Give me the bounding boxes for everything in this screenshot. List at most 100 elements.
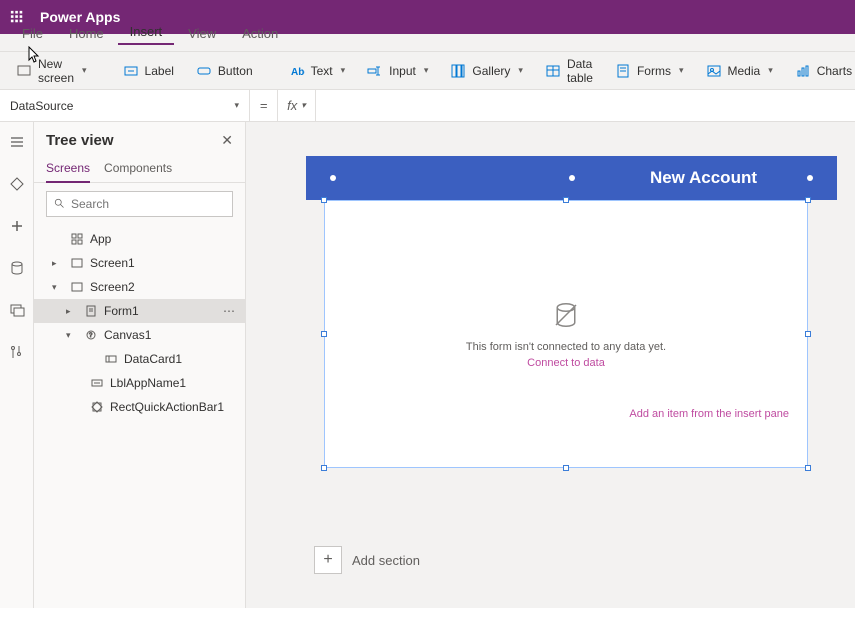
datacard-icon (104, 352, 118, 366)
canvas-icon: ? (84, 328, 98, 342)
tree-node-rectquick[interactable]: RectQuickActionBar1 (34, 395, 245, 419)
chevron-down-icon: ▾ (341, 65, 346, 76)
gallery-icon (450, 63, 466, 79)
tree-node-label: RectQuickActionBar1 (110, 400, 224, 414)
chevron-down-icon: ▾ (301, 100, 306, 111)
tab-components[interactable]: Components (104, 155, 172, 182)
table-icon (545, 63, 561, 79)
resize-handle[interactable] (563, 197, 569, 203)
caret-down-icon: ▾ (66, 330, 78, 341)
canvas-screen-header[interactable]: New Account (306, 156, 837, 200)
rail-insert-icon[interactable] (5, 172, 29, 196)
tab-screens[interactable]: Screens (46, 155, 90, 183)
label-icon (123, 63, 139, 79)
datatable-button[interactable]: Data table (537, 53, 601, 89)
tree-node-screen1[interactable]: ▸ Screen1 (34, 251, 245, 275)
chevron-down-icon: ▾ (82, 65, 87, 76)
input-icon (367, 63, 383, 79)
screen-icon (70, 280, 84, 294)
resize-handle[interactable] (563, 465, 569, 471)
tree-tabs: Screens Components (34, 155, 245, 183)
form-icon (84, 304, 98, 318)
tree-node-datacard1[interactable]: DataCard1 (34, 347, 245, 371)
menu-view[interactable]: View (176, 22, 228, 45)
input-button[interactable]: Input▾ (359, 59, 436, 83)
tree-node-lblappname[interactable]: LblAppName1 (34, 371, 245, 395)
database-empty-icon (551, 300, 581, 333)
new-screen-button[interactable]: New screen▾ (8, 53, 95, 89)
label-button[interactable]: Label (115, 59, 182, 83)
text-button[interactable]: Abc Text▾ (281, 59, 354, 83)
close-icon[interactable]: ✕ (221, 132, 233, 149)
handle-dot (569, 175, 575, 181)
charts-button[interactable]: Charts▾ (787, 59, 855, 83)
search-input[interactable] (71, 197, 226, 211)
resize-handle[interactable] (321, 465, 327, 471)
tree-header: Tree view ✕ (34, 122, 245, 155)
menu-action[interactable]: Action (230, 22, 290, 45)
menu-home[interactable]: Home (57, 22, 116, 45)
tree-node-label: Canvas1 (104, 328, 151, 342)
fx-label: fx (287, 98, 297, 113)
form-control[interactable]: This form isn't connected to any data ye… (324, 200, 808, 468)
datatable-label: Data table (567, 57, 593, 85)
text-icon: Abc (289, 63, 305, 79)
charts-icon (795, 63, 811, 79)
resize-handle[interactable] (805, 331, 811, 337)
formula-bar: DataSource ▾ = fx▾ (0, 90, 855, 122)
tree-node-screen2[interactable]: ▾ Screen2 (34, 275, 245, 299)
fx-button[interactable]: fx ▾ (278, 90, 316, 121)
main: Tree view ✕ Screens Components App ▸ Scr… (0, 122, 855, 608)
resize-handle[interactable] (805, 465, 811, 471)
svg-text:Abc: Abc (291, 67, 305, 78)
canvas-area[interactable]: New Account This form isn't connected to… (246, 122, 855, 608)
add-section-button[interactable]: + Add section (314, 546, 420, 574)
tree-title: Tree view (46, 132, 114, 149)
insert-pane-link[interactable]: Add an item from the insert pane (629, 408, 789, 420)
formula-input[interactable] (316, 90, 855, 121)
rail-tree-icon[interactable] (5, 130, 29, 154)
property-name: DataSource (10, 99, 73, 113)
button-text: Button (218, 64, 253, 78)
charts-label: Charts (817, 64, 852, 78)
connect-data-link[interactable]: Connect to data (527, 357, 605, 369)
tree-node-canvas1[interactable]: ▾ ? Canvas1 (34, 323, 245, 347)
tree-node-app[interactable]: App (34, 227, 245, 251)
rail-data-icon[interactable] (5, 256, 29, 280)
menu-file[interactable]: File (10, 22, 55, 45)
cursor-icon (28, 46, 42, 64)
tree-node-label: App (90, 232, 111, 246)
button-button[interactable]: Button (188, 59, 261, 83)
forms-button[interactable]: Forms▾ (607, 59, 692, 83)
menu-insert[interactable]: Insert (118, 20, 175, 45)
form-empty-message: This form isn't connected to any data ye… (466, 341, 666, 353)
search-box[interactable] (46, 191, 233, 217)
tree-node-form1[interactable]: ▸ Form1 ⋯ (34, 299, 245, 323)
tree-node-label: Form1 (104, 304, 139, 318)
resize-handle[interactable] (805, 197, 811, 203)
rail-media-icon[interactable] (5, 298, 29, 322)
header-title-label: New Account (650, 168, 757, 188)
app-icon (70, 232, 84, 246)
rail-add-icon[interactable] (5, 214, 29, 238)
rail-advanced-icon[interactable] (5, 340, 29, 364)
gallery-button[interactable]: Gallery▾ (442, 59, 531, 83)
media-button[interactable]: Media▾ (698, 59, 781, 83)
media-icon (706, 63, 722, 79)
left-rail (0, 122, 34, 608)
property-selector[interactable]: DataSource ▾ (0, 90, 250, 121)
label-icon (90, 376, 104, 390)
tree-node-label: Screen1 (90, 256, 135, 270)
tree-node-label: Screen2 (90, 280, 135, 294)
tree-node-label: LblAppName1 (110, 376, 186, 390)
caret-icon: ▸ (66, 306, 78, 317)
resize-handle[interactable] (321, 197, 327, 203)
resize-handle[interactable] (321, 331, 327, 337)
chevron-down-icon: ▾ (234, 100, 239, 111)
label-text: Label (145, 64, 174, 78)
svg-text:?: ? (89, 333, 93, 339)
tree-panel: Tree view ✕ Screens Components App ▸ Scr… (34, 122, 246, 608)
chevron-down-icon: ▾ (768, 65, 773, 76)
more-icon[interactable]: ⋯ (223, 304, 235, 318)
tree: App ▸ Screen1 ▾ Screen2 ▸ Form1 ⋯ ▾ ? (34, 225, 245, 421)
